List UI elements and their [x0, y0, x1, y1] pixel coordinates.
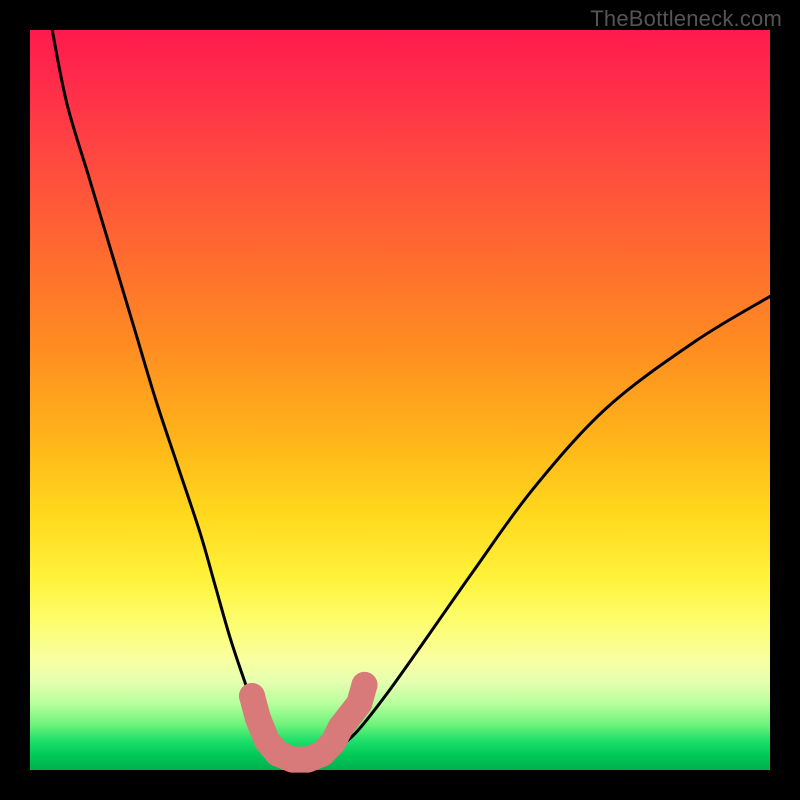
plot-area — [30, 30, 770, 770]
marker-dot — [245, 705, 271, 731]
marker-cluster — [239, 672, 377, 773]
bottleneck-curve — [52, 30, 770, 761]
chart-svg — [30, 30, 770, 770]
watermark-text: TheBottleneck.com — [590, 6, 782, 32]
marker-dot — [351, 672, 377, 698]
marker-dot — [239, 683, 265, 709]
chart-frame: TheBottleneck.com — [0, 0, 800, 800]
marker-dot — [328, 714, 354, 740]
